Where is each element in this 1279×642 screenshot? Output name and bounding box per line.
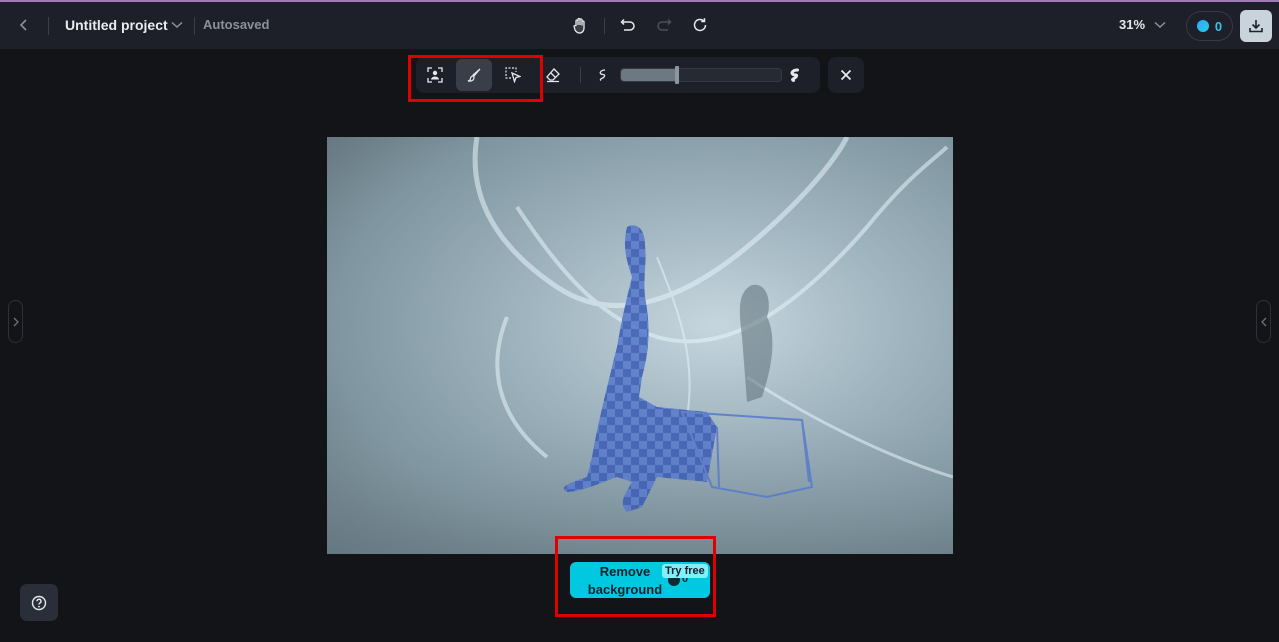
brush-size-handle[interactable] <box>674 66 679 84</box>
zoom-level[interactable]: 31% <box>1119 17 1145 32</box>
brush-size-max-button[interactable] <box>777 59 813 91</box>
credit-coin-icon <box>1196 20 1209 32</box>
right-panel-toggle[interactable] <box>1256 300 1271 343</box>
redo-icon <box>657 18 672 31</box>
credits-count: 0 <box>1214 18 1223 34</box>
subject-select-tool[interactable] <box>417 59 453 91</box>
refresh-icon <box>693 18 707 32</box>
redo-button[interactable] <box>653 14 675 36</box>
back-button[interactable] <box>14 12 34 38</box>
chevron-down-icon <box>171 21 183 29</box>
chevron-left-icon <box>19 19 27 31</box>
eraser-tool[interactable] <box>535 59 571 91</box>
brush-size-slider[interactable] <box>620 68 782 82</box>
brush-icon <box>467 68 481 82</box>
help-circle-icon <box>31 595 47 610</box>
project-menu-button[interactable] <box>168 15 186 35</box>
photo <box>327 137 953 554</box>
area-select-tool[interactable] <box>495 59 531 91</box>
divider <box>48 17 49 35</box>
credits-button[interactable]: 0 <box>1186 11 1233 41</box>
project-title[interactable]: Untitled project <box>65 17 168 33</box>
thin-stroke-icon <box>599 69 606 82</box>
person-select-icon <box>427 67 443 83</box>
chevron-left-icon <box>1260 317 1266 326</box>
divider <box>194 17 195 35</box>
thick-stroke-icon <box>790 68 799 82</box>
brush-size-min-button[interactable] <box>585 59 621 91</box>
remove-background-button[interactable]: Remove background 0 Try free <box>570 562 710 598</box>
undo-button[interactable] <box>617 14 639 36</box>
help-button[interactable] <box>20 584 58 621</box>
selection-cursor-icon <box>505 67 521 83</box>
chevron-right-icon <box>13 317 19 326</box>
brush-tool[interactable] <box>456 59 492 91</box>
brush-size-fill <box>621 69 678 81</box>
zoom-dropdown-button[interactable] <box>1151 15 1169 35</box>
download-icon <box>1249 20 1263 33</box>
divider <box>604 18 605 34</box>
close-toolbar-button[interactable] <box>828 57 864 93</box>
try-free-badge: Try free <box>662 564 708 578</box>
remove-background-label: Remove background <box>587 564 663 597</box>
left-panel-toggle[interactable] <box>8 300 23 343</box>
close-icon <box>840 69 852 81</box>
chevron-down-icon <box>1154 21 1166 29</box>
refresh-button[interactable] <box>689 14 711 36</box>
divider <box>580 67 581 83</box>
save-status: Autosaved <box>203 17 270 32</box>
hand-pan-icon <box>573 17 585 34</box>
hand-tool-button[interactable] <box>570 14 590 36</box>
top-bar: Untitled project Autosaved 31% 0 <box>0 2 1279 49</box>
image-canvas[interactable] <box>327 137 953 554</box>
eraser-icon <box>546 68 560 83</box>
shadow-silhouette <box>739 284 773 402</box>
undo-icon <box>620 18 635 31</box>
download-button[interactable] <box>1240 10 1272 42</box>
